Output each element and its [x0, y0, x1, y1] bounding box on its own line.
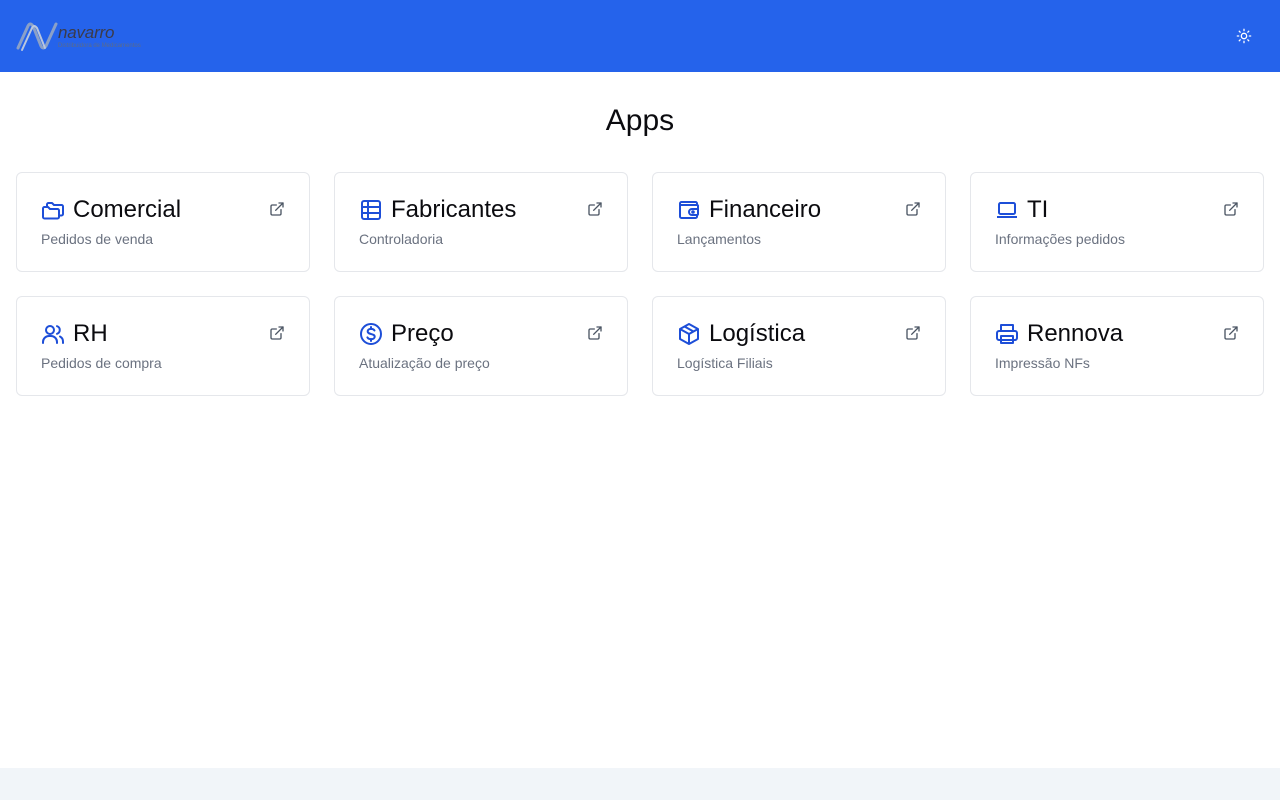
page-title: Apps	[605, 104, 675, 137]
app-card-subtitle: Controladoria	[359, 231, 444, 247]
dollar-circle-icon	[359, 322, 383, 346]
app-card-title: TI	[1027, 196, 1049, 223]
apps-grid: Comercial Pedidos de venda Fabricantes C…	[16, 172, 1264, 396]
app-card-preco[interactable]: Preço Atualização de preço	[334, 296, 628, 396]
external-link-icon[interactable]	[587, 201, 603, 217]
external-link-icon[interactable]	[1223, 201, 1239, 217]
printer-icon	[995, 322, 1019, 346]
app-card-financeiro[interactable]: Financeiro Lançamentos	[652, 172, 946, 272]
app-card-subtitle: Lançamentos	[677, 231, 762, 247]
app-card-title: RH	[73, 320, 108, 347]
folders-icon	[41, 198, 65, 222]
logo-mark-icon	[16, 22, 58, 51]
app-card-comercial[interactable]: Comercial Pedidos de venda	[16, 172, 310, 272]
external-link-icon[interactable]	[1223, 325, 1239, 341]
app-card-subtitle: Pedidos de venda	[41, 231, 154, 247]
app-card-title: Logística	[709, 320, 806, 347]
top-bar: navarro Distribuidora de Medicamentos	[0, 0, 1280, 72]
laptop-icon	[995, 198, 1019, 222]
app-card-title: Fabricantes	[391, 196, 517, 223]
external-link-icon[interactable]	[905, 325, 921, 341]
app-card-fabricantes[interactable]: Fabricantes Controladoria	[334, 172, 628, 272]
app-card-subtitle: Logística Filiais	[677, 355, 773, 371]
app-card-ti[interactable]: TI Informações pedidos	[970, 172, 1264, 272]
logo-name: navarro	[58, 22, 115, 42]
app-card-title: Comercial	[73, 196, 182, 223]
external-link-icon[interactable]	[587, 325, 603, 341]
theme-toggle-button[interactable]	[1232, 24, 1256, 48]
sun-icon	[1236, 28, 1252, 44]
logo[interactable]: navarro Distribuidora de Medicamentos	[16, 16, 141, 56]
users-icon	[41, 322, 65, 346]
logo-subtitle: Distribuidora de Medicamentos	[58, 42, 141, 49]
app-card-subtitle: Atualização de preço	[359, 355, 490, 371]
footer-bar	[0, 768, 1280, 800]
app-card-subtitle: Pedidos de compra	[41, 355, 162, 371]
app-card-subtitle: Impressão NFs	[995, 355, 1090, 371]
app-card-logistica[interactable]: Logística Logística Filiais	[652, 296, 946, 396]
external-link-icon[interactable]	[905, 201, 921, 217]
app-card-title: Rennova	[1027, 320, 1124, 347]
table-icon	[359, 198, 383, 222]
app-card-subtitle: Informações pedidos	[995, 231, 1125, 247]
app-card-title: Financeiro	[709, 196, 822, 223]
external-link-icon[interactable]	[269, 201, 285, 217]
app-card-title: Preço	[391, 320, 454, 347]
package-icon	[677, 322, 701, 346]
wallet-icon	[677, 198, 701, 222]
app-card-rennova[interactable]: Rennova Impressão NFs	[970, 296, 1264, 396]
app-card-rh[interactable]: RH Pedidos de compra	[16, 296, 310, 396]
external-link-icon[interactable]	[269, 325, 285, 341]
